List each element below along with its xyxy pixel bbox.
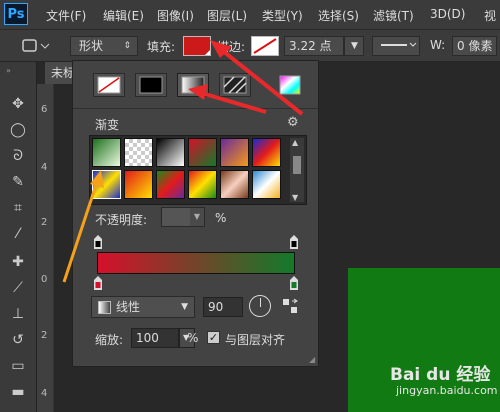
watermark-url: jingyan.baidu.com <box>396 384 498 397</box>
baidu-watermark: Bai du 经验 jingyan.baidu.com <box>390 360 498 400</box>
orange-arrow-to-preset <box>62 170 104 283</box>
watermark-brand: Bai du 经验 <box>390 365 491 385</box>
annotation-arrows <box>62 40 304 283</box>
red-arrow-to-gradient-type <box>188 84 267 114</box>
red-arrow-to-fill-swatch <box>210 40 304 116</box>
